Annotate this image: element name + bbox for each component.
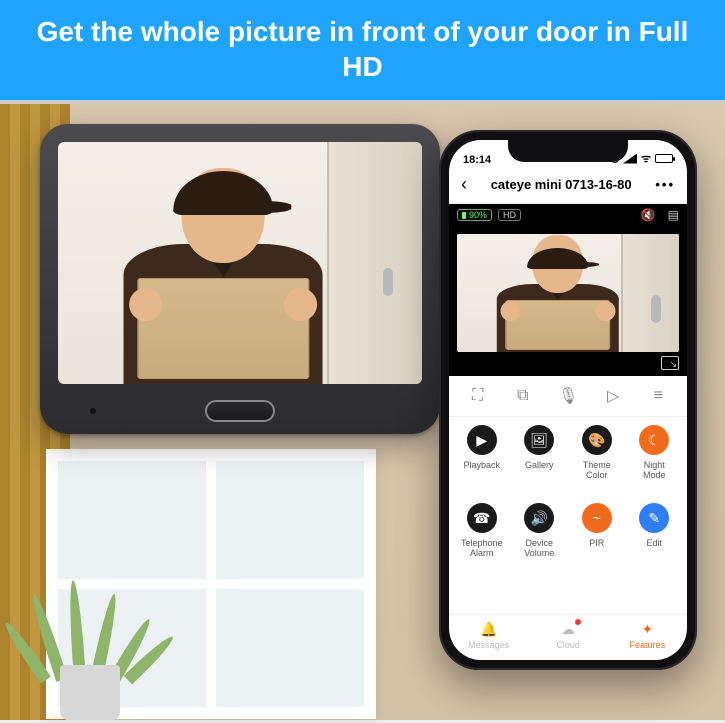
battery-icon [655, 154, 673, 163]
tile-label: DeviceVolume [524, 539, 554, 559]
tile-label: PIR [589, 539, 604, 549]
phone-notch [508, 140, 628, 162]
nav-icon: ✦ [641, 621, 653, 638]
monitor-screen [58, 142, 422, 384]
promo-banner: Get the whole picture in front of your d… [0, 0, 725, 100]
nav-icon: 🔔 [480, 621, 497, 638]
product-scene: 18:14 ᯤ ‹ cateye mini 0713-16-80 ••• 90% [0, 100, 725, 720]
nav-features[interactable]: ✦ Features [608, 615, 687, 660]
nav-label: Cloud [556, 640, 580, 650]
stream-overlay-bar: 90% HD 🔇 ▤ [449, 204, 687, 226]
tile-label: ThemeColor [583, 461, 611, 481]
banner-headline: Get the whole picture in front of your d… [37, 16, 689, 82]
fullscreen-button[interactable]: ⛶ [468, 387, 488, 405]
tile-icon: ▶ [467, 425, 497, 455]
nav-icon: ☁ [561, 621, 575, 638]
tile-label: Playback [463, 461, 500, 471]
layout-icon[interactable]: ▤ [668, 208, 679, 222]
plant-decor [30, 570, 150, 720]
tile-icon: ~ [582, 503, 612, 533]
back-button[interactable]: ‹ [461, 174, 467, 195]
monitor-home-button[interactable] [205, 400, 275, 422]
hd-badge[interactable]: HD [498, 209, 521, 221]
nav-messages[interactable]: 🔔 Messages [449, 615, 528, 660]
tile-icon: ✎ [639, 503, 669, 533]
tile-label: NightMode [643, 461, 666, 481]
door-monitor-device [40, 124, 440, 434]
feature-tile-edit[interactable]: ✎ Edit [626, 503, 684, 577]
visitor-camera-feed-small [457, 234, 679, 352]
tile-label: Edit [646, 539, 662, 549]
tile-label: Gallery [525, 461, 554, 471]
status-time: 18:14 [463, 154, 491, 166]
nav-cloud[interactable]: ☁ Cloud [528, 615, 607, 660]
phone-device: 18:14 ᯤ ‹ cateye mini 0713-16-80 ••• 90% [439, 130, 697, 670]
feature-tiles: ▶ Playback 🖼 Gallery 🎨 ThemeColor ☾ NightMode ☎ T… [449, 417, 687, 614]
snapshot-button[interactable]: ⧉ [513, 387, 533, 405]
live-preview[interactable] [449, 226, 687, 376]
feature-tile-telephone-alarm[interactable]: ☎ TelephoneAlarm [453, 503, 511, 577]
tile-icon: 🎨 [582, 425, 612, 455]
feature-tile-pir[interactable]: ~ PIR [568, 503, 626, 577]
tile-icon: ☾ [639, 425, 669, 455]
tile-icon: 🖼 [524, 425, 554, 455]
feature-tile-gallery[interactable]: 🖼 Gallery [511, 425, 569, 499]
wifi-icon: ᯤ [641, 151, 651, 166]
quick-action-bar: ⛶ ⧉ 🎙 ▷ ≡ [449, 376, 687, 417]
mic-button[interactable]: 🎙 [558, 386, 578, 406]
app-header: ‹ cateye mini 0713-16-80 ••• [449, 168, 687, 204]
expand-icon[interactable] [661, 356, 679, 370]
record-button[interactable]: ▷ [603, 386, 623, 406]
device-title: cateye mini 0713-16-80 [491, 177, 632, 192]
mute-icon[interactable]: 🔇 [641, 208, 656, 222]
nav-label: Messages [468, 640, 509, 650]
feature-tile-theme-color[interactable]: 🎨 ThemeColor [568, 425, 626, 499]
monitor-mic-dot [90, 408, 96, 414]
tile-icon: 🔊 [524, 503, 554, 533]
feature-tile-playback[interactable]: ▶ Playback [453, 425, 511, 499]
tile-icon: ☎ [467, 503, 497, 533]
feature-tile-device-volume[interactable]: 🔊 DeviceVolume [511, 503, 569, 577]
visitor-camera-feed [58, 142, 422, 384]
feature-tile-night-mode[interactable]: ☾ NightMode [626, 425, 684, 499]
tile-label: TelephoneAlarm [461, 539, 503, 559]
bottom-nav: 🔔 Messages ☁ Cloud ✦ Features [449, 614, 687, 660]
device-battery-badge: 90% [457, 209, 492, 221]
more-button[interactable]: ••• [655, 177, 675, 192]
nav-label: Features [630, 640, 666, 650]
quick-menu-button[interactable]: ≡ [648, 387, 668, 405]
